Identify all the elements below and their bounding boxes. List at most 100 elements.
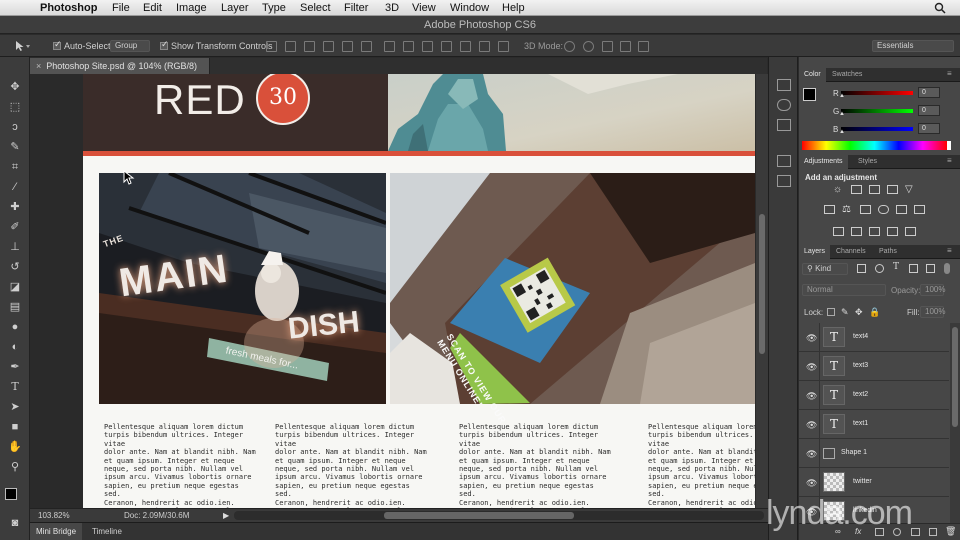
paragraph-panel-icon[interactable] <box>777 175 791 187</box>
layer-name[interactable]: text4 <box>853 333 868 340</box>
lasso-tool-icon[interactable]: ↄ <box>6 119 24 135</box>
channel-b-value[interactable]: 0 <box>918 123 940 134</box>
3d-rotate-icon[interactable] <box>564 41 575 52</box>
adjustments-panel-menu-icon[interactable]: ≡ <box>947 156 952 165</box>
color-panel-menu-icon[interactable]: ≡ <box>947 69 952 78</box>
channel-b-handle-icon[interactable]: ▲ <box>839 129 845 135</box>
menu-help[interactable]: Help <box>502 2 525 14</box>
color-balance-icon[interactable]: ⚖ <box>842 204 851 215</box>
layer-name[interactable]: text2 <box>853 391 868 398</box>
document-canvas[interactable]: RED 30 THE MAIN DISH fresh meals for... … <box>83 74 755 508</box>
character-panel-icon[interactable] <box>777 155 791 167</box>
filter-pixel-icon[interactable] <box>857 264 866 273</box>
invert-icon[interactable] <box>833 227 844 236</box>
layer-name[interactable]: text1 <box>853 420 868 427</box>
menu-layer[interactable]: Layer <box>221 2 249 14</box>
document-tab[interactable]: × Photoshop Site.psd @ 104% (RGB/8) <box>30 58 210 74</box>
tab-timeline[interactable]: Timeline <box>86 523 128 540</box>
align-left-icon[interactable] <box>323 41 334 52</box>
path-selection-tool-icon[interactable]: ➤ <box>6 399 24 415</box>
show-transform-checkbox[interactable] <box>160 39 169 50</box>
tab-color[interactable]: Color <box>799 68 826 82</box>
layers-scrollbar[interactable] <box>950 323 960 523</box>
distribute-right-icon[interactable] <box>479 41 490 52</box>
gradient-map-icon[interactable] <box>887 227 898 236</box>
posterize-icon[interactable] <box>851 227 862 236</box>
crop-tool-icon[interactable]: ⌗ <box>6 159 24 175</box>
layer-visibility-eye-icon[interactable]: 👁 <box>806 333 817 344</box>
delete-layer-icon[interactable]: 🗑 <box>945 526 956 537</box>
channel-g-value[interactable]: 0 <box>918 105 940 116</box>
quick-mask-icon[interactable]: ◙ <box>6 515 24 531</box>
layer-name[interactable]: twitter <box>853 478 872 485</box>
levels-icon[interactable] <box>851 185 862 194</box>
zoom-tool-icon[interactable]: ⚲ <box>6 459 24 475</box>
foreground-color-swatch[interactable] <box>5 488 17 500</box>
layer-visibility-eye-icon[interactable]: 👁 <box>806 420 817 431</box>
align-bottom-icon[interactable] <box>304 41 315 52</box>
lock-transparent-icon[interactable] <box>827 308 835 316</box>
vertical-scroll-thumb[interactable] <box>759 214 765 354</box>
horizontal-scroll-thumb[interactable] <box>384 512 574 519</box>
color-lookup-icon[interactable] <box>914 205 925 214</box>
eyedropper-tool-icon[interactable]: ⁄ <box>6 179 24 195</box>
move-tool-preset-icon[interactable] <box>14 40 32 52</box>
vibrance-icon[interactable]: ▽ <box>905 184 913 195</box>
layer-row-twitter[interactable]: 👁 twitter <box>799 468 949 497</box>
threshold-icon[interactable] <box>869 227 880 236</box>
align-right-icon[interactable] <box>361 41 372 52</box>
healing-brush-tool-icon[interactable]: ✚ <box>6 199 24 215</box>
layer-name[interactable]: text3 <box>853 362 868 369</box>
pen-tool-icon[interactable]: ✒ <box>6 359 24 375</box>
menu-type[interactable]: Type <box>262 2 286 14</box>
opacity-value[interactable]: 100% <box>920 284 945 296</box>
vertical-scrollbar[interactable] <box>756 74 768 508</box>
layer-row-text3[interactable]: 👁 T text3 <box>799 352 949 381</box>
curves-icon[interactable] <box>869 185 880 194</box>
status-menu-arrow-icon[interactable]: ▶ <box>223 509 229 523</box>
align-top-icon[interactable] <box>266 41 277 52</box>
channel-mixer-icon[interactable] <box>896 205 907 214</box>
distribute-vcenter-icon[interactable] <box>403 41 414 52</box>
auto-select-checkbox[interactable] <box>53 39 62 50</box>
filter-type-icon[interactable]: T <box>893 262 899 272</box>
distribute-left-icon[interactable] <box>441 41 452 52</box>
3d-drag-icon[interactable] <box>602 41 613 52</box>
channel-r-handle-icon[interactable]: ▲ <box>839 93 845 99</box>
eraser-tool-icon[interactable]: ◪ <box>6 279 24 295</box>
layer-name[interactable]: Shape 1 <box>841 449 867 456</box>
layer-row-text1[interactable]: 👁 T text1 <box>799 410 949 439</box>
auto-align-icon[interactable] <box>498 41 509 52</box>
menu-3d[interactable]: 3D <box>385 2 399 14</box>
filter-shape-icon[interactable] <box>909 264 918 273</box>
shape-tool-icon[interactable]: ■ <box>6 419 24 435</box>
filter-smart-object-icon[interactable] <box>926 264 935 273</box>
lock-position-icon[interactable]: ✥ <box>855 307 863 318</box>
spectrum-white-swatch[interactable] <box>947 141 951 150</box>
channel-g-handle-icon[interactable]: ▲ <box>839 111 845 117</box>
layers-panel-menu-icon[interactable]: ≡ <box>947 246 952 255</box>
channel-r-value[interactable]: 0 <box>918 87 940 98</box>
3d-roll-icon[interactable] <box>583 41 594 52</box>
distribute-hcenter-icon[interactable] <box>460 41 471 52</box>
layer-visibility-eye-icon[interactable]: 👁 <box>806 449 817 460</box>
selective-color-icon[interactable] <box>905 227 916 236</box>
brightness-contrast-icon[interactable]: ☼ <box>833 184 842 195</box>
menu-app-name[interactable]: Photoshop <box>40 2 97 14</box>
foreground-swatch[interactable] <box>803 88 816 101</box>
hue-saturation-icon[interactable] <box>824 205 835 214</box>
distribute-bottom-icon[interactable] <box>422 41 433 52</box>
new-layer-icon[interactable] <box>929 528 937 536</box>
blend-mode-dropdown[interactable]: Normal <box>802 284 886 296</box>
document-tab-close-icon[interactable]: × <box>36 61 41 71</box>
channel-b-slider[interactable] <box>841 127 913 131</box>
layers-scroll-thumb[interactable] <box>952 327 958 427</box>
menu-select[interactable]: Select <box>300 2 331 14</box>
history-panel-icon[interactable] <box>777 79 791 91</box>
3d-slide-icon[interactable] <box>620 41 631 52</box>
tab-swatches[interactable]: Swatches <box>827 68 867 82</box>
menu-window[interactable]: Window <box>450 2 489 14</box>
photo-filter-icon[interactable] <box>878 205 889 214</box>
tab-paths[interactable]: Paths <box>874 245 902 259</box>
3d-scale-icon[interactable] <box>638 41 649 52</box>
